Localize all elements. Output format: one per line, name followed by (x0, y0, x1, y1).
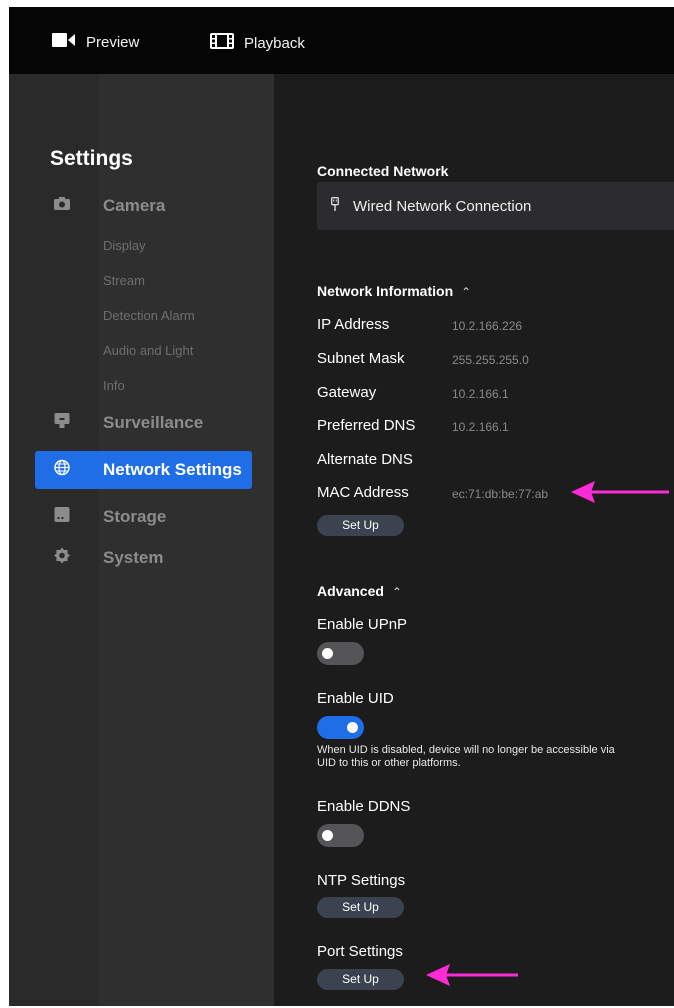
monitor-icon (54, 413, 70, 433)
network-settings-panel: Connected Network Wired Network Connecti… (274, 74, 674, 1006)
top-bar: Preview Playback (9, 7, 674, 74)
preferred-dns-label: Preferred DNS (317, 417, 416, 434)
advanced-title: Advanced (317, 583, 384, 599)
camera-icon (54, 197, 70, 215)
network-information-header[interactable]: Network Information ⌃ (317, 283, 471, 299)
globe-icon (54, 459, 70, 481)
sidebar-subitem-stream[interactable]: Stream (103, 273, 145, 288)
advanced-header[interactable]: Advanced ⌃ (317, 583, 402, 599)
enable-ddns-label: Enable DDNS (317, 798, 411, 815)
playback-label: Playback (244, 34, 305, 52)
ip-address-value: 10.2.166.226 (452, 319, 523, 333)
sidebar-item-label: Storage (103, 507, 167, 526)
ip-address-label: IP Address (317, 316, 390, 333)
subnet-mask-label: Subnet Mask (317, 350, 405, 367)
enable-uid-label: Enable UID (317, 690, 394, 707)
sidebar-subitem-display[interactable]: Display (103, 238, 146, 253)
playback-tab[interactable]: Playback (210, 33, 305, 53)
network-information-title: Network Information (317, 283, 454, 299)
sidebar-title: Settings (50, 147, 133, 170)
sidebar-item-storage[interactable]: Storage (35, 498, 252, 536)
alternate-dns-label: Alternate DNS (317, 451, 413, 468)
preview-tab[interactable]: Preview (52, 33, 139, 51)
storage-icon (54, 507, 70, 527)
gear-icon (54, 547, 70, 569)
enable-upnp-toggle[interactable] (317, 642, 364, 665)
mac-address-label: MAC Address (317, 484, 409, 501)
port-setup-button[interactable]: Set Up (317, 969, 404, 990)
toggle-knob (322, 648, 333, 659)
gateway-label: Gateway (317, 384, 377, 401)
network-setup-button[interactable]: Set Up (317, 515, 404, 536)
sidebar-subitem-info[interactable]: Info (103, 378, 125, 393)
annotation-arrow-port (426, 964, 518, 986)
film-icon (210, 33, 234, 53)
sidebar-item-camera[interactable]: Camera (35, 187, 252, 225)
sidebar-item-surveillance[interactable]: Surveillance (35, 404, 252, 442)
app-window: Preview Playback Settings Camera Display… (9, 7, 674, 1006)
port-settings-label: Port Settings (317, 943, 403, 960)
sidebar-item-system[interactable]: System (35, 539, 252, 577)
sidebar-subitem-audio-and-light[interactable]: Audio and Light (103, 343, 193, 358)
sidebar-item-network-settings[interactable]: Network Settings (35, 451, 252, 489)
mac-address-value: ec:71:db:be:77:ab (452, 487, 549, 501)
gateway-value: 10.2.166.1 (452, 387, 509, 401)
settings-sidebar: Settings Camera Display Stream Detection… (9, 74, 274, 1006)
sidebar-item-label: Network Settings (103, 460, 242, 479)
chevron-up-icon: ⌃ (461, 285, 472, 299)
enable-uid-toggle[interactable] (317, 716, 364, 739)
sidebar-item-label: Surveillance (103, 413, 204, 432)
enable-ddns-toggle[interactable] (317, 824, 364, 847)
connected-network-title: Connected Network (317, 163, 449, 179)
ntp-setup-button[interactable]: Set Up (317, 897, 404, 918)
video-camera-icon (52, 33, 76, 51)
preferred-dns-value: 10.2.166.1 (452, 420, 509, 434)
annotation-arrow-mac (571, 481, 669, 503)
toggle-knob (347, 722, 358, 733)
toggle-knob (322, 830, 333, 841)
ntp-settings-label: NTP Settings (317, 872, 406, 889)
preview-label: Preview (86, 33, 140, 51)
enable-upnp-label: Enable UPnP (317, 616, 408, 633)
sidebar-item-label: System (103, 548, 164, 567)
uid-disabled-note: When UID is disabled, device will no lon… (317, 744, 615, 769)
sidebar-subitem-detection-alarm[interactable]: Detection Alarm (103, 308, 195, 323)
connection-name: Wired Network Connection (353, 197, 532, 215)
sidebar-item-label: Camera (103, 196, 166, 215)
chevron-up-icon: ⌃ (391, 585, 402, 599)
subnet-mask-value: 255.255.255.0 (452, 353, 529, 367)
wired-connection-item[interactable]: Wired Network Connection (317, 182, 674, 230)
ethernet-plug-icon (331, 196, 341, 216)
